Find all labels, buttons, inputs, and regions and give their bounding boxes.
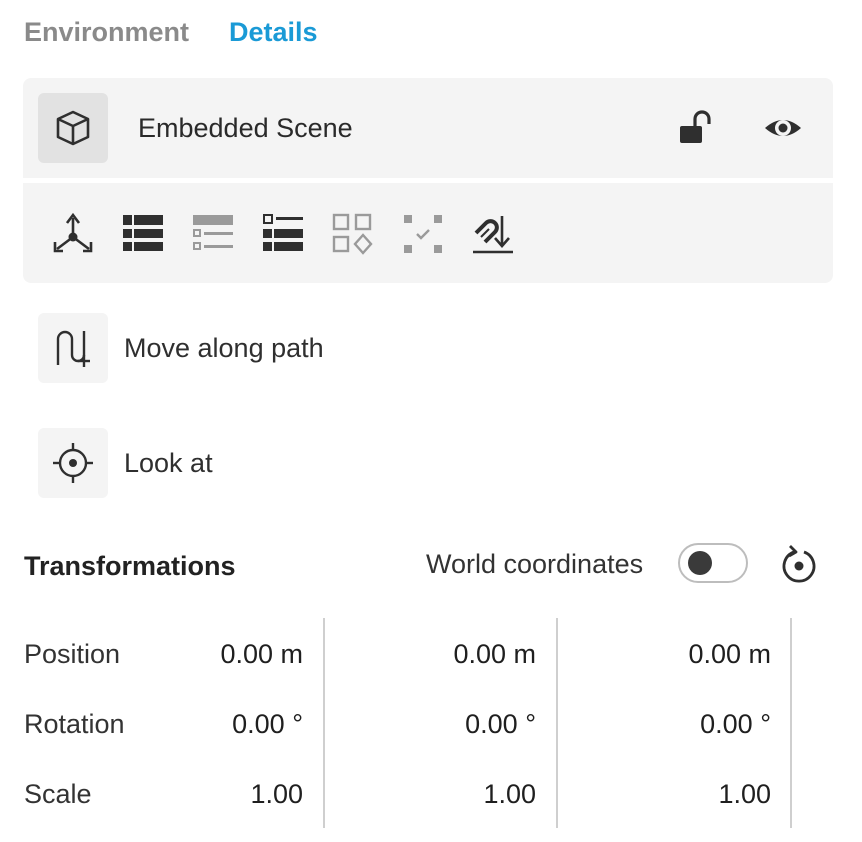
shapes-grid-icon[interactable] <box>330 211 376 257</box>
scale-label: Scale <box>24 779 92 809</box>
transformations-title: Transformations <box>24 551 236 581</box>
scene-card: Embedded Scene <box>23 78 833 283</box>
rotation-x-field[interactable]: 0.00 ° <box>103 706 303 742</box>
list-checklist-icon[interactable] <box>260 211 306 257</box>
rotation-z-field[interactable]: 0.00 ° <box>571 706 771 742</box>
column-divider <box>556 618 558 828</box>
path-plus-icon <box>38 313 108 383</box>
column-divider <box>323 618 325 828</box>
action-label: Look at <box>124 447 213 478</box>
look-at-button[interactable]: Look at <box>38 428 213 498</box>
cube-icon <box>38 93 108 163</box>
target-icon <box>38 428 108 498</box>
select-points-icon[interactable] <box>400 211 446 257</box>
world-coordinates-label: World coordinates <box>426 549 644 579</box>
unlock-icon[interactable] <box>677 108 717 148</box>
world-coordinates-toggle[interactable] <box>678 543 748 583</box>
details-panel: Environment Details Embedded Scene Move … <box>0 0 862 842</box>
scale-x-field[interactable]: 1.00 <box>103 776 303 812</box>
position-y-field[interactable]: 0.00 m <box>336 636 536 672</box>
tab-details[interactable]: Details <box>229 14 318 50</box>
reset-rotate-icon[interactable] <box>778 544 820 586</box>
list-outline-icon[interactable] <box>190 211 236 257</box>
list-icon[interactable] <box>120 211 166 257</box>
rotation-y-field[interactable]: 0.00 ° <box>336 706 536 742</box>
action-label: Move along path <box>124 332 324 363</box>
position-z-field[interactable]: 0.00 m <box>571 636 771 672</box>
scale-z-field[interactable]: 1.00 <box>571 776 771 812</box>
column-divider <box>790 618 792 828</box>
position-x-field[interactable]: 0.00 m <box>103 636 303 672</box>
move-along-path-button[interactable]: Move along path <box>38 313 324 383</box>
snap-magnet-icon[interactable] <box>470 211 516 257</box>
tab-environment[interactable]: Environment <box>24 14 189 50</box>
axes-gizmo-icon[interactable] <box>50 211 96 257</box>
toggle-knob <box>688 551 712 575</box>
scale-y-field[interactable]: 1.00 <box>336 776 536 812</box>
scene-header: Embedded Scene <box>23 78 833 178</box>
eye-icon[interactable] <box>763 108 803 148</box>
toolbar <box>23 183 833 283</box>
scene-title: Embedded Scene <box>138 113 353 143</box>
tab-bar: Environment Details <box>24 14 318 50</box>
